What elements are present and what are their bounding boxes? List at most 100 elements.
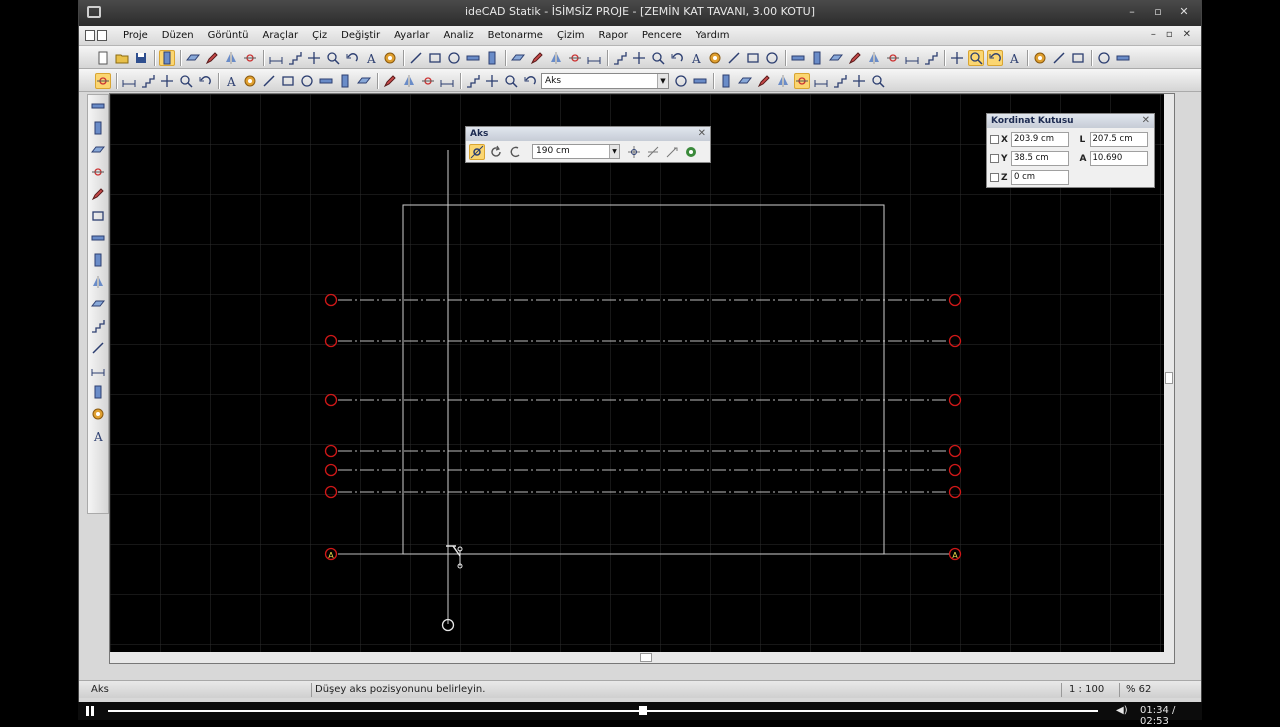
tb1-mirror-icon-3[interactable] (223, 50, 239, 66)
left-slab-icon-2[interactable] (90, 142, 106, 158)
menu-item-2[interactable]: Görüntü (201, 29, 256, 43)
menu-item-3[interactable]: Araçlar (256, 29, 306, 43)
vertical-scroll-thumb[interactable] (1165, 372, 1173, 384)
left-beam-icon-6[interactable] (90, 230, 106, 246)
tb2b-dim-icon-7[interactable] (813, 73, 829, 89)
x-coordinate-field[interactable]: 203.9 cm (1011, 132, 1069, 147)
tb2-beam-icon-11[interactable] (318, 73, 334, 89)
tb1-circle-icon-46[interactable] (1096, 50, 1112, 66)
tb1-column-icon-16[interactable] (484, 50, 500, 66)
left-column-icon-7[interactable] (90, 252, 106, 268)
length-field[interactable]: 207.5 cm (1089, 132, 1148, 147)
status-scale[interactable]: 1 : 100 (1069, 684, 1104, 695)
tb1-mirror-icon-35[interactable] (866, 50, 882, 66)
tb2b-slab-icon-3[interactable] (737, 73, 753, 89)
tb1-stair-icon-22[interactable] (612, 50, 628, 66)
left-column-icon-13[interactable] (90, 384, 106, 400)
angle-field[interactable]: 10.690 (1089, 151, 1148, 166)
aks-panel-title[interactable]: Aks ✕ (466, 127, 710, 141)
tb2-gear-icon-7[interactable] (242, 73, 258, 89)
tb2b-move-icon-9[interactable] (851, 73, 867, 89)
tb1-zoom-icon-8[interactable] (325, 50, 341, 66)
close-button[interactable]: ✕ (1177, 6, 1191, 18)
tb1-beam-icon-31[interactable] (790, 50, 806, 66)
axis-angle-icon[interactable] (645, 144, 661, 160)
tb1-rect-icon-45[interactable] (1070, 50, 1086, 66)
z-lock-checkbox[interactable] (990, 173, 999, 182)
z-coordinate-field[interactable]: 0 cm (1011, 170, 1069, 185)
tb2-axis-icon-16[interactable] (420, 73, 436, 89)
left-gear-icon-14[interactable] (90, 406, 106, 422)
tb1-text-icon-42[interactable]: A (1006, 50, 1022, 66)
maximize-button[interactable]: ▫ (1151, 6, 1165, 18)
tb1-slab-icon-17[interactable] (510, 50, 526, 66)
menu-item-5[interactable]: Değiştir (334, 29, 387, 43)
tb1-beam-icon-47[interactable] (1115, 50, 1131, 66)
tb2-slab-icon-13[interactable] (356, 73, 372, 89)
aks-panel-close-button[interactable]: ✕ (698, 127, 706, 141)
tb2-move-icon-19[interactable] (484, 73, 500, 89)
left-text-icon-15[interactable]: A (90, 428, 106, 444)
tb1-text-icon-26[interactable]: A (688, 50, 704, 66)
tb1-pen-icon-34[interactable] (847, 50, 863, 66)
volume-icon[interactable]: ◀) (1116, 705, 1128, 716)
tb1-line-icon-44[interactable] (1051, 50, 1067, 66)
tb2-zoom-icon-4[interactable] (178, 73, 194, 89)
left-slab-icon-9[interactable] (90, 296, 106, 312)
tb1-move-icon-7[interactable] (306, 50, 322, 66)
left-beam-icon-0[interactable] (90, 98, 106, 114)
tb2-text-icon-6[interactable]: A (223, 73, 239, 89)
menu-item-0[interactable]: Proje (116, 29, 155, 43)
tb2b-column-icon-2[interactable] (718, 73, 734, 89)
menu-item-4[interactable]: Çiz (305, 29, 334, 43)
tb2-undo-icon-5[interactable] (197, 73, 213, 89)
tb1-pen-icon-2[interactable] (204, 50, 220, 66)
tb1-rect-icon-13[interactable] (427, 50, 443, 66)
tb1-beam-icon-15[interactable] (465, 50, 481, 66)
tb1-circle-icon-30[interactable] (764, 50, 780, 66)
tb1-zoom-icon-40[interactable] (968, 49, 984, 66)
tb1-move-icon-39[interactable] (949, 50, 965, 66)
tb1-dim-icon-5[interactable] (268, 50, 284, 66)
menu-item-7[interactable]: Analiz (436, 29, 480, 43)
y-coordinate-field[interactable]: 38.5 cm (1011, 151, 1069, 166)
tb2b-mirror-icon-5[interactable] (775, 73, 791, 89)
left-stair-icon-10[interactable] (90, 318, 106, 334)
menu-item-10[interactable]: Rapor (591, 29, 634, 43)
left-mirror-icon-8[interactable] (90, 274, 106, 290)
tb1-mirror-icon-19[interactable] (548, 50, 564, 66)
menu-item-11[interactable]: Pencere (635, 29, 689, 43)
kordinat-close-button[interactable]: ✕ (1142, 114, 1150, 128)
tb1-rect-icon-29[interactable] (745, 50, 761, 66)
x-lock-checkbox[interactable] (990, 135, 999, 144)
system-menu-icons[interactable] (85, 30, 111, 42)
tb1-gear-icon-43[interactable] (1032, 50, 1048, 66)
tb1-stair-icon-6[interactable] (287, 50, 303, 66)
tb2-circle-icon-10[interactable] (299, 73, 315, 89)
chevron-down-icon[interactable]: ▼ (657, 73, 668, 88)
menu-item-1[interactable]: Düzen (155, 29, 201, 43)
tb1-gear-icon-11[interactable] (382, 50, 398, 66)
pause-icon[interactable] (86, 706, 96, 716)
left-rect-icon-5[interactable] (90, 208, 106, 224)
aks-distance-input[interactable]: 190 cm ▼ (532, 144, 620, 159)
mdi-restore-button[interactable]: ▫ (1166, 29, 1173, 40)
rotate-back-icon[interactable] (507, 144, 523, 160)
tb2-line-icon-8[interactable] (261, 73, 277, 89)
tb1-circle-icon-14[interactable] (446, 50, 462, 66)
tb1-line-icon-28[interactable] (726, 50, 742, 66)
tb2-mirror-icon-15[interactable] (401, 73, 417, 89)
left-dim-icon-12[interactable] (90, 362, 106, 378)
tb1-dim-icon-21[interactable] (586, 50, 602, 66)
mdi-minimize-button[interactable]: – (1151, 29, 1156, 40)
status-zoom[interactable]: % 62 (1126, 684, 1151, 695)
horizontal-scrollbar[interactable] (110, 652, 1174, 663)
tb1-slab-icon-33[interactable] (828, 50, 844, 66)
tb1-undo-icon-25[interactable] (669, 50, 685, 66)
tb1-stair-icon-38[interactable] (923, 50, 939, 66)
minimize-button[interactable]: – (1125, 6, 1139, 18)
tb2-undo-icon-21[interactable] (522, 73, 538, 89)
tb1-axis-icon-4[interactable] (242, 50, 258, 66)
new-file-icon[interactable] (95, 50, 111, 66)
tb2-dim-icon-17[interactable] (439, 73, 455, 89)
